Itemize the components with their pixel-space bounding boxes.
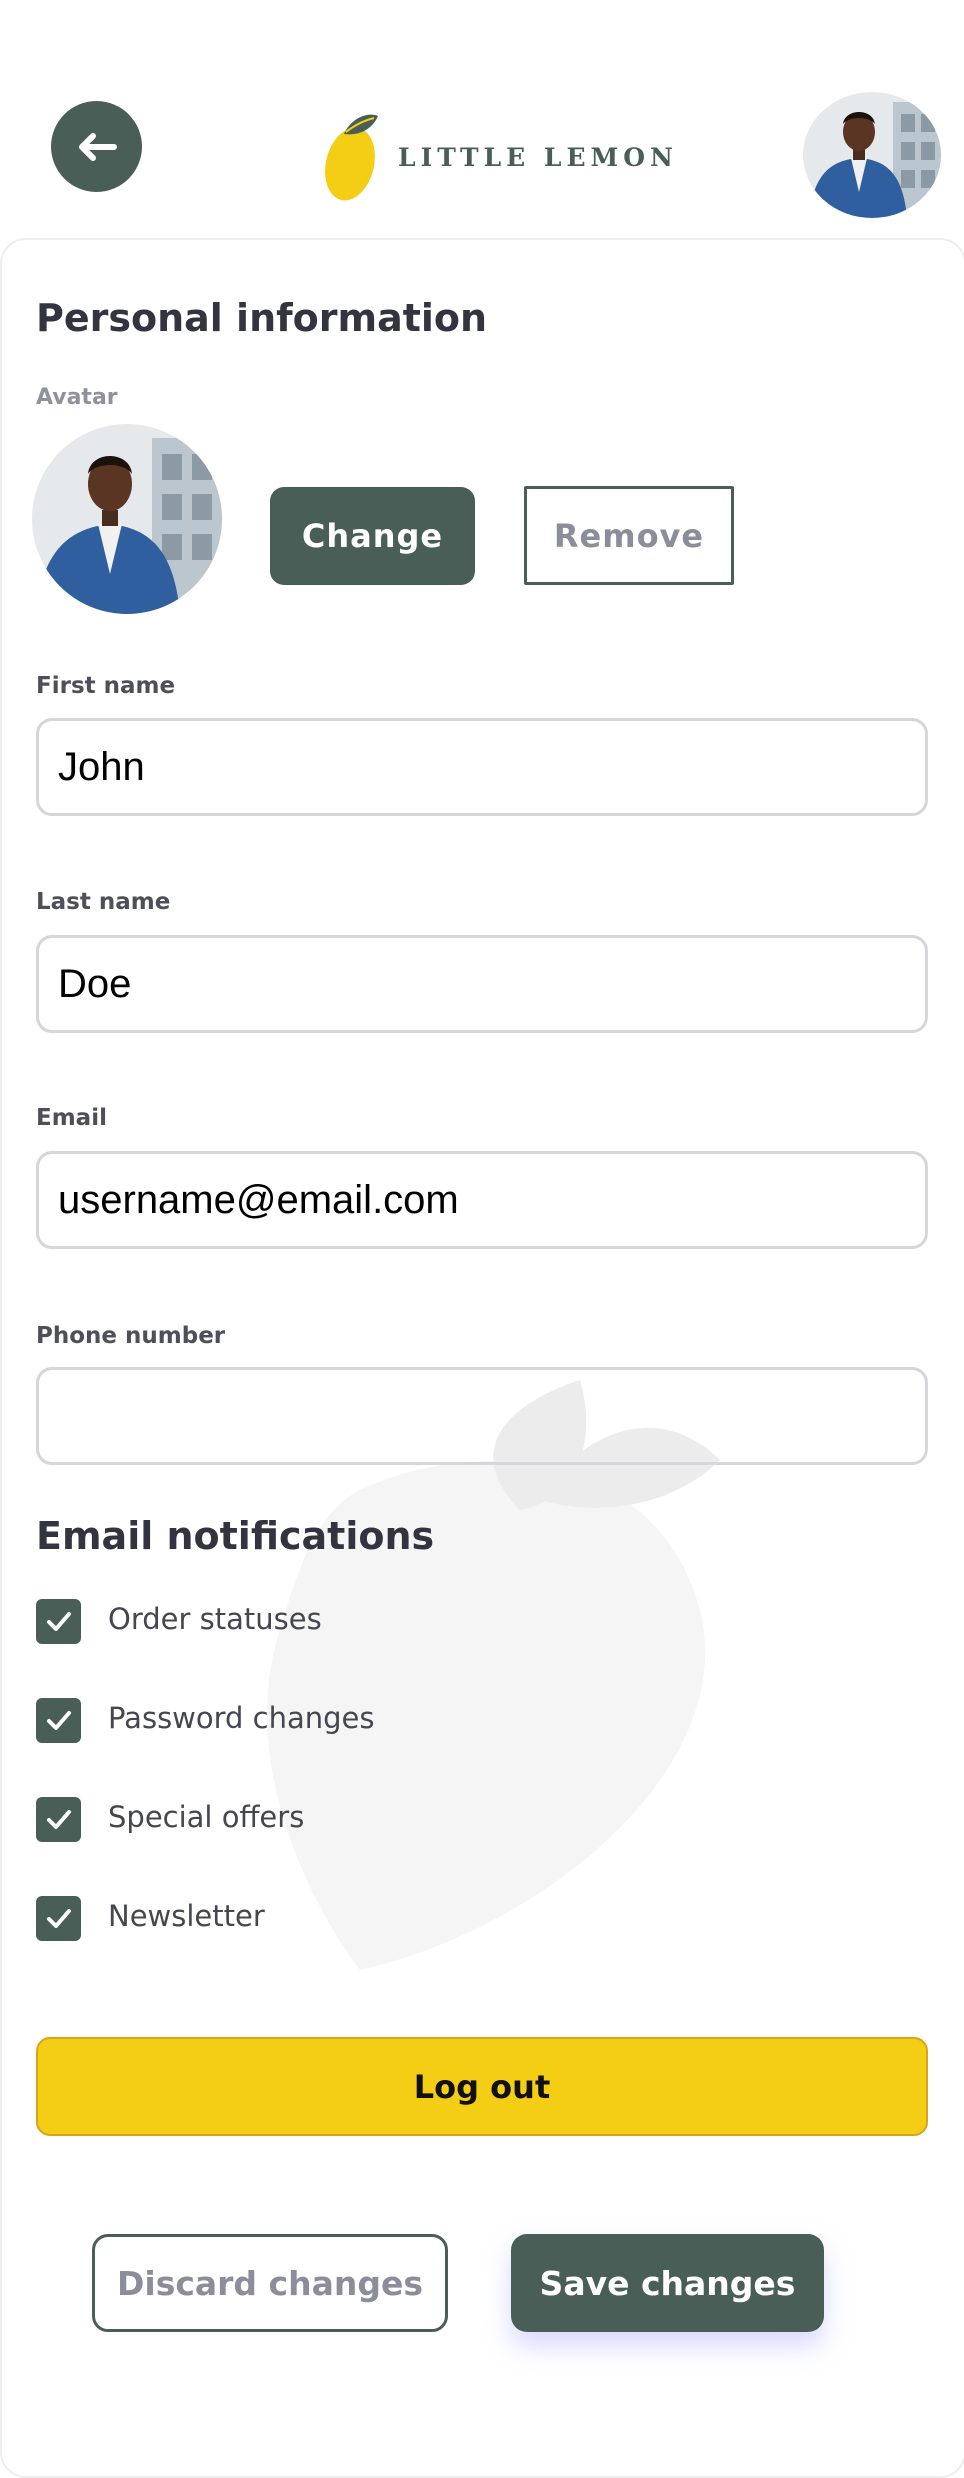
checkbox-checked[interactable] bbox=[36, 1896, 81, 1941]
email-label: Email bbox=[36, 1105, 107, 1131]
checkmark-icon bbox=[47, 1909, 71, 1928]
checkbox-label: Order statuses bbox=[108, 1602, 322, 1636]
phone-field[interactable] bbox=[36, 1367, 928, 1465]
email-notifications-title: Email notifications bbox=[36, 1514, 435, 1558]
checkbox-checked[interactable] bbox=[36, 1698, 81, 1743]
avatar-label: Avatar bbox=[36, 385, 118, 410]
last-name-field[interactable] bbox=[36, 935, 928, 1033]
checkmark-icon bbox=[47, 1711, 71, 1730]
discard-changes-button[interactable]: Discard changes bbox=[92, 2234, 448, 2332]
person-photo bbox=[803, 92, 941, 218]
remove-avatar-button[interactable]: Remove bbox=[524, 486, 734, 585]
arrow-left-icon bbox=[78, 132, 117, 161]
checkbox-checked[interactable] bbox=[36, 1599, 81, 1644]
checkbox-label: Special offers bbox=[108, 1800, 305, 1834]
lemon-icon bbox=[325, 114, 378, 201]
logout-button[interactable]: Log out bbox=[36, 2037, 928, 2136]
checkmark-icon bbox=[47, 1612, 71, 1631]
first-name-label: First name bbox=[36, 673, 176, 699]
personal-info-title: Personal information bbox=[36, 296, 488, 340]
logo-text: LITTLE LEMON bbox=[398, 143, 678, 172]
profile-avatar bbox=[32, 424, 222, 614]
save-changes-button[interactable]: Save changes bbox=[511, 2234, 824, 2332]
checkmark-icon bbox=[47, 1810, 71, 1829]
header-avatar[interactable] bbox=[803, 92, 941, 218]
last-name-label: Last name bbox=[36, 889, 171, 915]
checkbox-label: Password changes bbox=[108, 1701, 375, 1735]
back-button[interactable] bbox=[51, 101, 142, 192]
first-name-field[interactable] bbox=[36, 718, 928, 816]
email-field[interactable] bbox=[36, 1151, 928, 1249]
checkbox-label: Newsletter bbox=[108, 1899, 265, 1933]
person-photo bbox=[32, 424, 222, 614]
phone-label: Phone number bbox=[36, 1323, 226, 1349]
checkbox-checked[interactable] bbox=[36, 1797, 81, 1842]
change-avatar-button[interactable]: Change bbox=[270, 487, 475, 585]
